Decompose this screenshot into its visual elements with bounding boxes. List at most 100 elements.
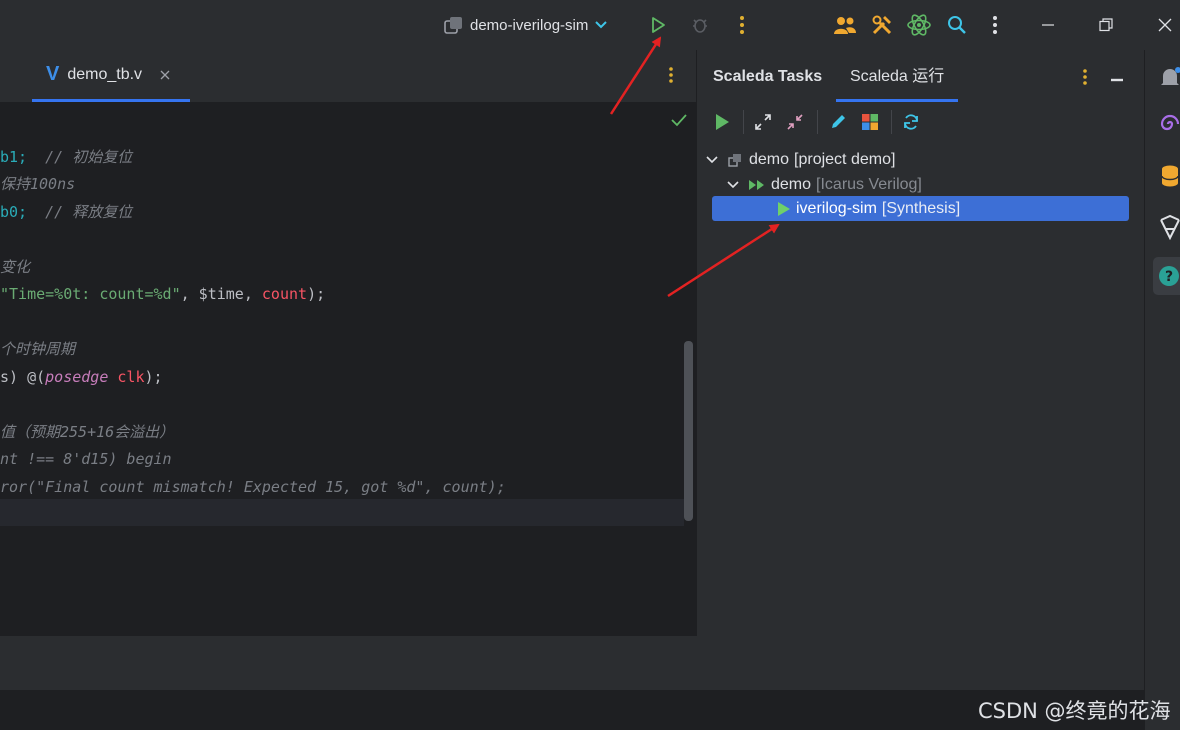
scaleda-tool-window: Scaleda Tasks Scaleda 运行 demo [project d… (697, 50, 1144, 636)
run-config-name: demo-iverilog-sim (470, 16, 589, 34)
scaleda-icon (1160, 214, 1180, 241)
help-icon: ? (1159, 266, 1179, 286)
code-token: 变化 (0, 258, 31, 276)
scaleda-button[interactable] (1158, 214, 1180, 244)
code-token: // 初始复位 (45, 148, 133, 166)
tree-item-project[interactable]: demo [project demo] (705, 147, 895, 172)
more-vertical-icon (669, 67, 673, 83)
code-token: ); (307, 285, 326, 303)
tree-item-toolchain[interactable]: demo [Icarus Verilog] (726, 172, 922, 197)
tree-item-iverilog-sim[interactable]: iverilog-sim [Synthesis] (777, 196, 960, 221)
project-icon (728, 153, 741, 167)
restore-button[interactable] (1092, 11, 1120, 39)
more-vertical-icon (1083, 69, 1087, 85)
build-tools-button[interactable] (868, 11, 896, 39)
editor-tabs-menu-button[interactable] (668, 66, 674, 88)
collapse-all-button[interactable] (786, 113, 804, 135)
chevron-down-icon[interactable] (726, 179, 740, 191)
bottom-panel (0, 636, 1144, 690)
minimize-icon (1042, 24, 1054, 26)
grid-icon (862, 114, 878, 130)
editor-scrollbar[interactable] (684, 341, 693, 521)
play-icon (652, 17, 665, 33)
close-window-button[interactable] (1151, 11, 1179, 39)
editor-tab-bar: V demo_tb.v (0, 50, 696, 103)
database-button[interactable] (1160, 164, 1180, 192)
debug-button[interactable] (686, 11, 714, 39)
tree-item-name: iverilog-sim (796, 200, 877, 217)
swirl-icon (1160, 114, 1180, 131)
code-token: 值（预期255+16会溢出） (0, 423, 175, 441)
layout-button[interactable] (861, 113, 879, 135)
tree-item-name: demo (749, 151, 790, 168)
code-token: , $time, (180, 285, 262, 303)
tools-icon (872, 15, 892, 35)
refresh-button[interactable] (902, 113, 920, 135)
database-icon (1161, 165, 1179, 187)
tree-item-name: demo (771, 176, 812, 193)
minimize-button[interactable] (1034, 11, 1062, 39)
help-button[interactable]: ? (1153, 257, 1180, 295)
more-vertical-icon (740, 16, 744, 34)
status-bar (0, 690, 1144, 730)
users-icon (834, 17, 856, 34)
play-icon (778, 201, 790, 216)
tab-scaleda-run[interactable]: Scaleda 运行 (836, 50, 959, 102)
title-bar: demo-iverilog-sim (0, 0, 1180, 50)
bug-icon (693, 19, 707, 33)
code-token: b1; (0, 148, 28, 166)
code-token: count (261, 285, 308, 303)
run-config-icon (444, 17, 462, 34)
code-token: 保持100ns (0, 175, 76, 193)
code-token: posedge (45, 368, 109, 386)
close-tab-icon[interactable] (160, 70, 170, 80)
play-icon (716, 114, 729, 130)
toolbar-separator (743, 110, 744, 134)
hide-tool-window-button[interactable] (1110, 70, 1124, 89)
search-icon (948, 16, 966, 34)
run-task-button[interactable] (713, 112, 731, 136)
atom-icon (907, 14, 931, 36)
swirl-plugin-button[interactable] (1159, 113, 1180, 139)
code-line: 保持100ns (0, 171, 75, 198)
tab-scaleda-tasks[interactable]: Scaleda Tasks (713, 50, 822, 102)
code-token: // 释放复位 (45, 203, 133, 221)
chevron-down-icon[interactable] (705, 154, 719, 166)
more-actions-button[interactable] (728, 11, 756, 39)
atom-plugin-button[interactable] (905, 11, 933, 39)
toolbar-separator (817, 110, 818, 134)
more-vertical-icon (993, 16, 997, 34)
code-line: nt !== 8'd15) begin (0, 446, 172, 473)
tree-item-detail: [Synthesis] (881, 200, 961, 217)
edit-task-button[interactable] (829, 113, 847, 135)
notifications-button[interactable] (1159, 66, 1180, 94)
check-icon (671, 114, 687, 127)
collaboration-button[interactable] (831, 11, 859, 39)
watermark: CSDN @终竟的花海 (978, 699, 1171, 723)
tool-window-header: Scaleda Tasks Scaleda 运行 (697, 50, 1144, 102)
refresh-icon (904, 114, 918, 130)
search-button[interactable] (943, 11, 971, 39)
expand-all-button[interactable] (754, 113, 772, 135)
code-line: 值（预期255+16会溢出） (0, 419, 174, 446)
tree-item-detail: [project demo] (794, 151, 896, 168)
code-line: 变化 (0, 254, 30, 281)
tool-window-options-button[interactable] (1082, 68, 1088, 90)
chevron-down-icon (595, 21, 608, 29)
minimize-icon (1111, 78, 1123, 82)
expand-icon (755, 114, 771, 130)
tree-item-detail: [Icarus Verilog] (816, 176, 922, 193)
restore-icon (1099, 18, 1113, 32)
run-config-selector[interactable]: demo-iverilog-sim (444, 12, 608, 38)
editor-tab-demo-tb[interactable]: V demo_tb.v (32, 50, 190, 102)
main-menu-button[interactable] (981, 11, 1009, 39)
run-button[interactable] (644, 11, 672, 39)
code-editor[interactable]: b1; // 初始复位 保持100ns b0; // 释放复位 变化 "Time=%0t… (0, 103, 696, 636)
tool-window-toolbar (697, 106, 1144, 138)
bell-icon (1161, 67, 1180, 85)
code-token: clk (117, 368, 145, 386)
code-line: ror("Final count mismatch! Expected 15, … (0, 474, 506, 501)
verilog-file-icon: V (46, 63, 60, 85)
